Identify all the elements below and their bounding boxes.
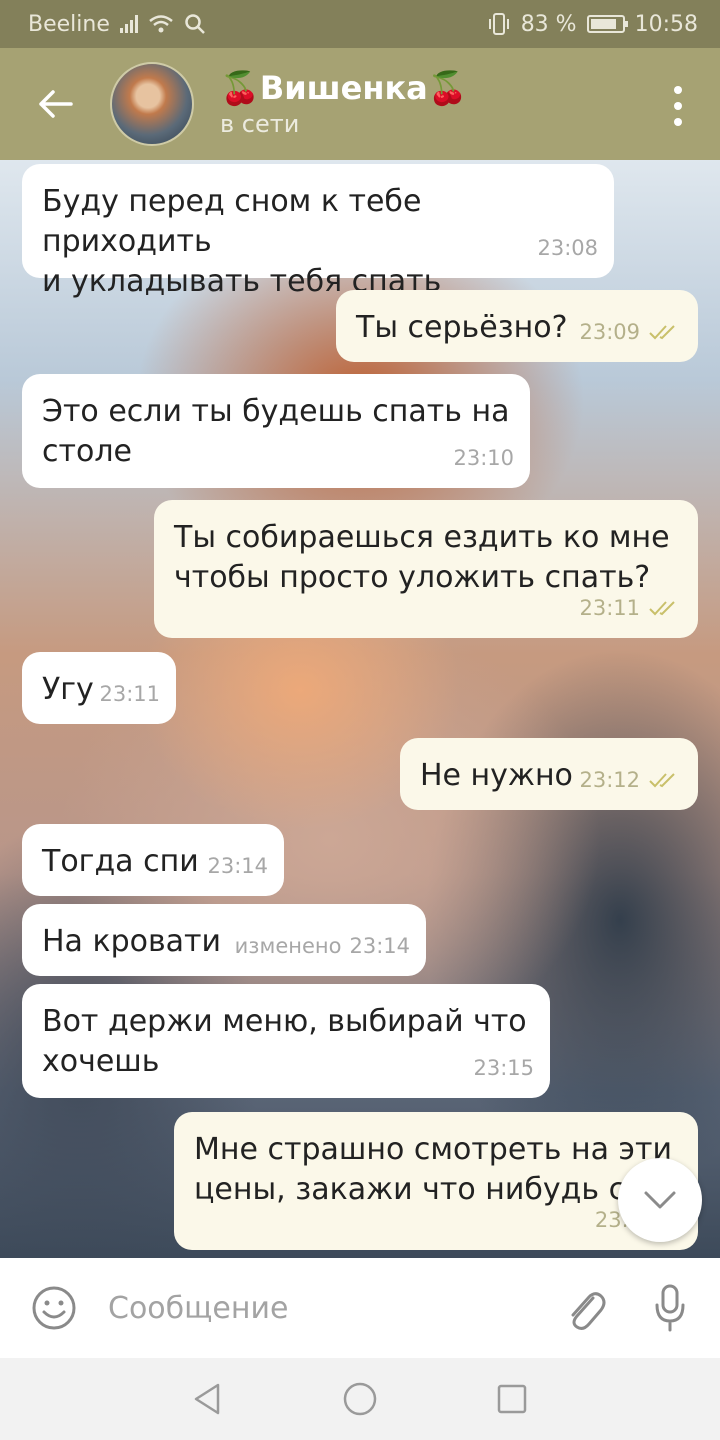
carrier-label: Beeline: [28, 11, 110, 37]
mic-icon: [655, 1284, 685, 1332]
message-time: 23:09: [579, 320, 640, 344]
message-meta: 23:12: [579, 760, 682, 800]
attach-button[interactable]: [550, 1258, 620, 1358]
nav-recents-icon[interactable]: [496, 1383, 528, 1415]
message-bubble[interactable]: Ты серьёзно? 23:09: [336, 290, 698, 362]
search-icon: [185, 14, 205, 34]
status-bar: Beeline 83 % 10:58: [0, 0, 720, 48]
edited-label: изменено: [234, 934, 342, 958]
nav-back-icon[interactable]: [192, 1382, 224, 1416]
back-button[interactable]: [0, 48, 110, 160]
message-bubble[interactable]: Не нужно 23:12: [400, 738, 698, 810]
scroll-down-button[interactable]: [618, 1158, 702, 1242]
battery-icon: [586, 15, 628, 33]
battery-percent: 83 %: [520, 11, 577, 37]
message-meta: 23:09: [579, 312, 682, 352]
message-text: Мне страшно смотреть на эти цены, закажи…: [194, 1132, 672, 1207]
message-meta: 23:14: [207, 846, 268, 886]
online-status: в сети: [220, 110, 300, 138]
emoji-icon: [32, 1286, 76, 1330]
message-bubble[interactable]: На кровати изменено 23:14: [22, 904, 426, 976]
message-meta: 23:11: [99, 674, 160, 714]
message-bubble[interactable]: Вот держи меню, выбирай что хочешь 23:15: [22, 984, 550, 1098]
message-meta: изменено 23:14: [235, 926, 410, 966]
message-meta: 23:10: [453, 438, 514, 478]
message-text: Вот держи меню, выбирай что хочешь: [42, 1004, 527, 1079]
message-bubble[interactable]: Угу 23:11: [22, 652, 176, 724]
attach-icon: [571, 1292, 606, 1330]
message-time: 23:10: [453, 446, 514, 470]
message-text: Ты собираешься ездить ко мне чтобы прост…: [174, 520, 670, 595]
message-meta: 23:08: [537, 228, 598, 268]
message-time: 23:11: [99, 682, 160, 706]
avatar[interactable]: [110, 62, 194, 146]
chat-header: 🍒Вишенка🍒 в сети: [0, 48, 720, 160]
system-nav-bar: [0, 1358, 720, 1440]
chevron-down-icon: [644, 1191, 676, 1209]
message-bubble[interactable]: Это если ты будешь спать на столе 23:10: [22, 374, 530, 488]
message-time: 23:12: [579, 768, 640, 792]
message-time: 23:11: [579, 596, 640, 620]
message-bubble[interactable]: Ты собираешься ездить ко мне чтобы прост…: [154, 500, 698, 638]
message-time: 23:14: [207, 854, 268, 878]
message-input[interactable]: Сообщение: [108, 1291, 550, 1326]
message-time: 23:15: [473, 1056, 534, 1080]
message-bubble[interactable]: Мне страшно смотреть на эти цены, закажи…: [174, 1112, 698, 1250]
wifi-icon: [149, 15, 173, 33]
emoji-button[interactable]: [0, 1258, 108, 1358]
chat-title: 🍒Вишенка🍒: [220, 69, 468, 107]
signal-icon: [119, 15, 138, 33]
read-ticks-icon: [649, 773, 675, 788]
message-text: Это если ты будешь спать на столе: [42, 394, 510, 469]
clock: 10:58: [634, 11, 698, 37]
more-vertical-icon[interactable]: [666, 86, 690, 126]
message-meta: 23:11: [579, 588, 682, 628]
read-ticks-icon: [649, 325, 675, 340]
chat-area[interactable]: Буду перед сном к тебе приходить и уклад…: [0, 160, 720, 1258]
mic-button[interactable]: [620, 1258, 720, 1358]
read-ticks-icon: [649, 601, 675, 616]
vibrate-icon: [488, 13, 509, 35]
message-time: 23:08: [537, 236, 598, 260]
message-text: Буду перед сном к тебе приходить и уклад…: [42, 184, 442, 299]
nav-home-icon[interactable]: [342, 1381, 378, 1417]
message-time: 23:14: [349, 934, 410, 958]
message-bubble[interactable]: Тогда спи 23:14: [22, 824, 284, 896]
back-arrow-icon: [39, 90, 73, 118]
chat-title-block[interactable]: 🍒Вишенка🍒 в сети: [220, 68, 468, 140]
message-meta: 23:15: [473, 1048, 534, 1088]
message-bubble[interactable]: Буду перед сном к тебе приходить и уклад…: [22, 164, 614, 299]
message-input-bar: Сообщение: [0, 1258, 720, 1358]
